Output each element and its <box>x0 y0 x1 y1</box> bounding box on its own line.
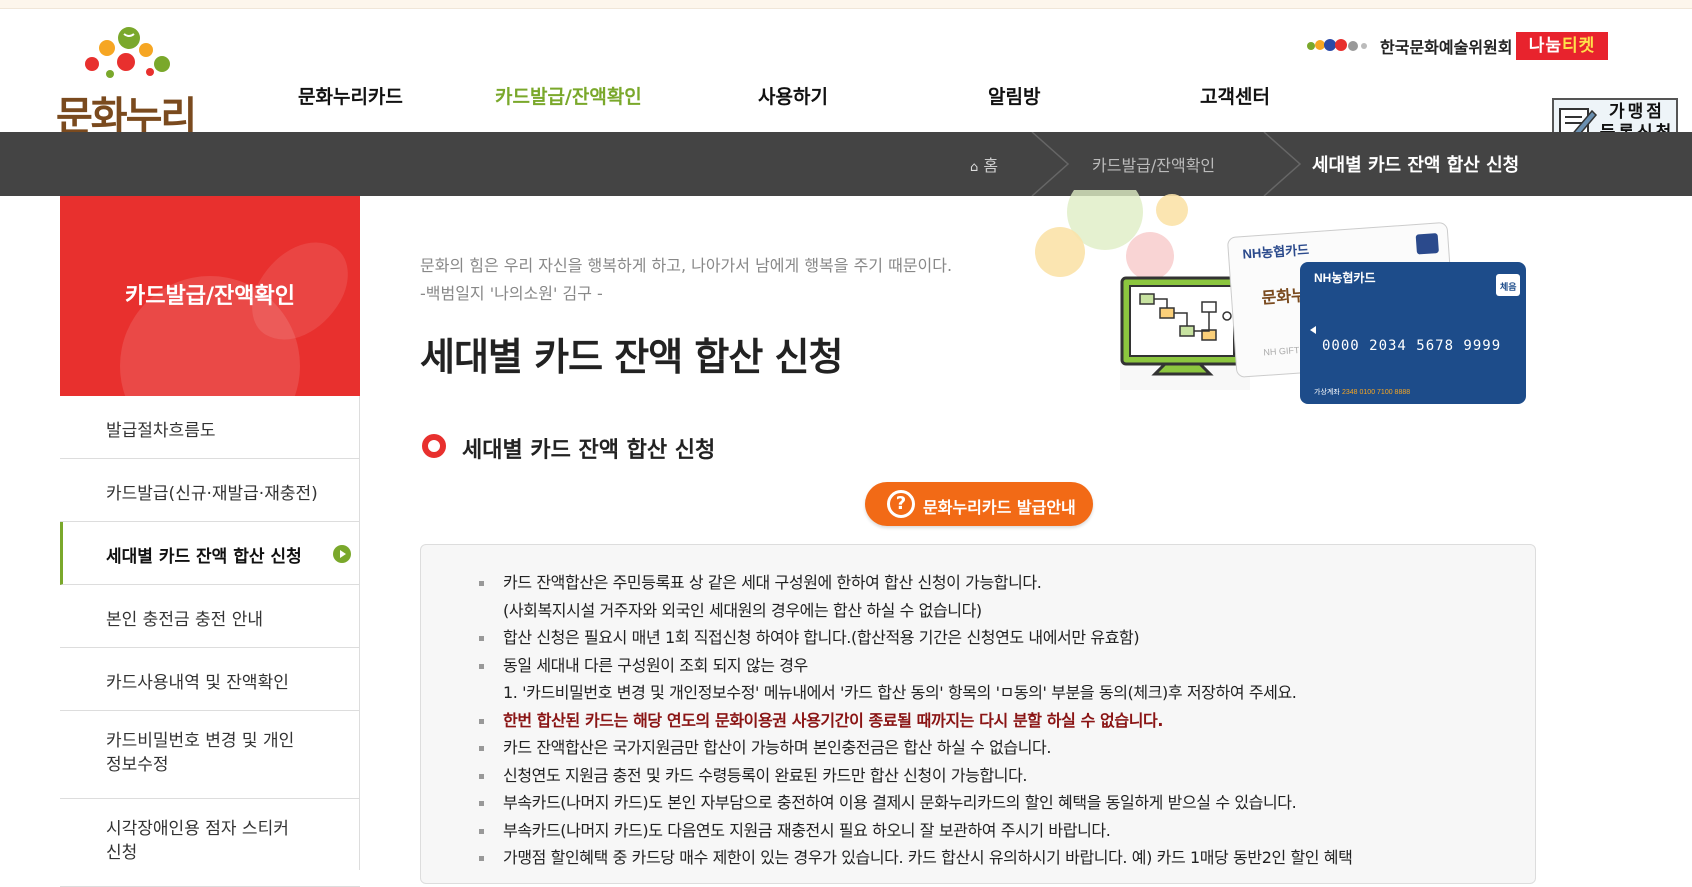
logo[interactable]: 문화누리 <box>56 24 206 140</box>
sidebar-item-balance-merge[interactable]: 세대별 카드 잔액 합산 신청 <box>60 522 360 585</box>
question-circle-icon: ? <box>887 490 915 518</box>
notice-item: 부속카드(나머지 카드)도 다음연도 지원금 재충전시 필요 하오니 잘 보관하… <box>479 817 1523 845</box>
page-title: 세대별 카드 잔액 합산 신청 <box>420 335 843 379</box>
merchant-line-1: 가맹점 <box>1609 102 1665 122</box>
breadcrumb-home-label: 홈 <box>983 156 999 175</box>
ticket-text-2: 티켓 <box>1562 36 1596 56</box>
section-title: 세대별 카드 잔액 합산 신청 <box>420 432 715 464</box>
notice-item: 합산 신청은 필요시 매년 1회 직접신청 하여야 합니다.(합산적용 기간은 … <box>479 624 1523 652</box>
sidebar-item-label: 본인 충전금 충전 안내 <box>106 610 263 630</box>
issue-guide-label: 문화누리카드 발급안내 <box>923 498 1076 517</box>
notice-item: 1. '카드비밀번호 변경 및 개인정보수정' 메뉴내에서 '카드 합산 동의'… <box>503 683 1297 702</box>
sidebar: 카드발급/잔액확인 발급절차흐름도 카드발급(신규·재발급·재충전) 세대별 카… <box>60 196 360 887</box>
card-brand-text-blue: NH농협카드 <box>1314 270 1376 285</box>
partner-name: 한국문화예술위원회 <box>1380 38 1513 57</box>
sidebar-item-usage-history[interactable]: 카드사용내역 및 잔액확인 <box>60 648 360 711</box>
nav-item-munhwanuri-card[interactable]: 문화누리카드 <box>298 82 403 109</box>
notice-box: 카드 잔액합산은 주민등록표 상 같은 세대 구성원에 한하여 합산 신청이 가… <box>420 544 1536 884</box>
breadcrumb-current: 세대별 카드 잔액 합산 신청 <box>1312 155 1520 176</box>
notice-item: 신청연도 지원금 충전 및 카드 수령등록이 완료된 카드만 합산 신청이 가능… <box>479 762 1523 790</box>
ring-bullet-icon <box>422 434 446 458</box>
sidebar-item-self-charge[interactable]: 본인 충전금 충전 안내 <box>60 585 360 648</box>
sidebar-title: 카드발급/잔액확인 <box>125 284 295 309</box>
notice-item: 동일 세대내 다른 구성원이 조회 되지 않는 경우 <box>479 652 1523 680</box>
notice-item: 카드 잔액합산은 주민등록표 상 같은 세대 구성원에 한하여 합산 신청이 가… <box>479 569 1523 597</box>
nav-item-customer-center[interactable]: 고객센터 <box>1200 82 1270 109</box>
sidebar-item-braille-sticker[interactable]: 시각장애인용 점자 스티커 신청 <box>60 799 360 887</box>
sidebar-item-label: 신청 <box>106 843 138 863</box>
nav-item-notice[interactable]: 알림방 <box>988 82 1040 109</box>
notice-item: 부속카드(나머지 카드)도 본인 자부담으로 충전하여 이용 결제시 문화누리카… <box>479 789 1523 817</box>
home-icon: ⌂ <box>970 160 979 175</box>
notice-item-warning: 한번 합산된 카드는 해당 연도의 문화이용권 사용기간이 종료될 때까지는 다… <box>479 707 1523 735</box>
section-title-text: 세대별 카드 잔액 합산 신청 <box>462 438 716 463</box>
sidebar-item-label: 세대별 카드 잔액 합산 신청 <box>106 547 302 567</box>
sidebar-item-card-issue[interactable]: 카드발급(신규·재발급·재충전) <box>60 459 360 522</box>
arrow-circle-icon <box>333 545 351 563</box>
logo-fruit-icon <box>85 27 170 78</box>
notice-item: 카드 잔액합산은 국가지원금만 합산이 가능하며 본인충전금은 합산 하실 수 … <box>479 734 1523 762</box>
card-badge: 체음 <box>1500 281 1517 292</box>
sidebar-item-label: 시각장애인용 점자 스티커 <box>106 819 289 839</box>
sidebar-item-label: 카드사용내역 및 잔액확인 <box>106 673 289 693</box>
card-account-number: 2348 0100 7100 8888 <box>1342 389 1410 396</box>
breadcrumb: ⌂ 홈 카드발급/잔액확인 세대별 카드 잔액 합산 신청 <box>0 132 1692 196</box>
ticket-text-1: 나눔 <box>1528 36 1562 56</box>
card-number: 0000 2034 5678 9999 <box>1322 338 1501 354</box>
breadcrumb-separator-icon <box>1263 132 1302 196</box>
hero-illustration: NH농협카드 문화누리 NH GIFT CA NH농협카드 체음 0000 20… <box>1035 190 1526 404</box>
sidebar-header: 카드발급/잔액확인 <box>60 196 360 396</box>
sidebar-item-issue-flow[interactable]: 발급절차흐름도 <box>60 396 360 459</box>
quote-line-1: 문화의 힘은 우리 자신을 행복하게 하고, 나아가서 남에게 행복을 주기 때… <box>420 256 953 275</box>
breadcrumb-home[interactable]: ⌂ 홈 <box>970 152 998 176</box>
arts-council-logo-icon <box>1307 39 1367 51</box>
quote-line-2: -백범일지 '나의소원' 김구 - <box>420 284 603 303</box>
top-strip <box>0 0 1692 9</box>
notice-list: 카드 잔액합산은 주민등록표 상 같은 세대 구성원에 한하여 합산 신청이 가… <box>479 569 1523 872</box>
nav-item-card-issue[interactable]: 카드발급/잔액확인 <box>495 82 642 109</box>
site-header: 문화누리 문화누리카드 카드발급/잔액확인 사용하기 알림방 고객센터 한국문화… <box>0 10 1692 148</box>
nanum-ticket-logo[interactable]: 나눔티켓 <box>1516 32 1608 60</box>
sidebar-item-label: 발급절차흐름도 <box>106 421 216 441</box>
issue-guide-button[interactable]: ? 문화누리카드 발급안내 <box>865 482 1093 526</box>
sidebar-menu: 발급절차흐름도 카드발급(신규·재발급·재충전) 세대별 카드 잔액 합산 신청… <box>60 396 360 887</box>
sidebar-item-password-change[interactable]: 카드비밀번호 변경 및 개인 정보수정 <box>60 711 360 799</box>
notice-item: (사회복지시설 거주자와 외국인 세대원의 경우에는 합산 하실 수 없습니다) <box>503 600 982 620</box>
sidebar-item-label: 카드발급(신규·재발급·재충전) <box>106 484 318 504</box>
notice-item: 가맹점 할인혜택 중 카드당 매수 제한이 있는 경우가 있습니다. 카드 합산… <box>479 844 1523 872</box>
nav-item-usage[interactable]: 사용하기 <box>758 82 828 109</box>
card-account-label: 가상계좌 <box>1314 387 1340 396</box>
sidebar-item-label: 카드비밀번호 변경 및 개인 <box>106 731 295 751</box>
breadcrumb-level1[interactable]: 카드발급/잔액확인 <box>1092 152 1215 176</box>
breadcrumb-separator-icon <box>1031 132 1070 196</box>
sidebar-item-label: 정보수정 <box>106 755 169 775</box>
